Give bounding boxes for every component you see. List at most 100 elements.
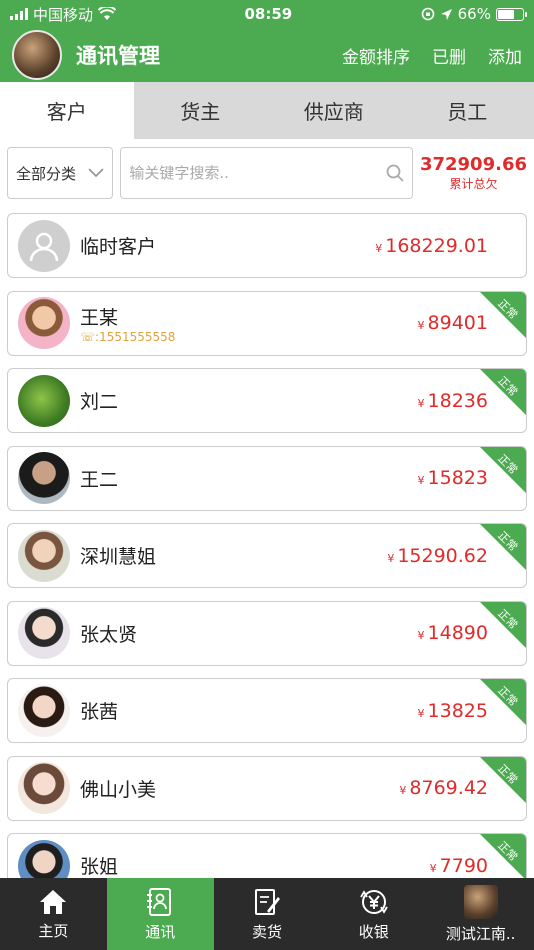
contacts-icon [147,887,172,916]
tab-customers[interactable]: 客户 [0,82,134,139]
user-avatar[interactable] [12,30,62,80]
currency-symbol: ¥ [375,241,383,255]
status-bar: 中国移动 08:59 66% [0,0,534,28]
nav-home[interactable]: 主页 [0,878,107,950]
contact-name: 佛山小美 [80,778,157,801]
person-placeholder-icon [29,232,59,261]
profile-avatar [463,884,498,919]
currency-symbol: ¥ [429,861,437,875]
contact-avatar [18,219,70,272]
category-filter-select[interactable]: 全部分类 [7,147,114,199]
contact-amount: ¥14890 [418,622,488,644]
contact-name: 临时客户 [80,236,157,258]
status-ribbon: 正常 [480,679,526,725]
currency-symbol: ¥ [417,396,425,410]
nav-contacts[interactable]: 通讯 [106,878,214,950]
contact-amount-value: 18236 [427,389,488,412]
contact-phone-number: 1551555558 [99,329,176,344]
contact-card[interactable]: 张太贤 ¥14890 正常 [7,600,527,666]
nav-home-label: 主页 [38,921,69,940]
contact-card[interactable]: 刘二 ¥18236 正常 [7,368,527,433]
tab-suppliers[interactable]: 供应商 [267,82,401,139]
contact-card[interactable]: 王某 ☏:1551555558 ¥89401 正常 [7,290,527,356]
contact-amount: ¥89401 [418,312,488,334]
contact-card[interactable]: 临时客户 ¥168229.01 [7,213,527,278]
currency-symbol: ¥ [387,551,395,565]
contact-amount: ¥15823 [418,467,488,489]
contact-info: 深圳慧姐 [80,542,387,569]
home-icon [40,889,67,914]
sort-by-amount-button[interactable]: 金额排序 [342,43,410,68]
status-ribbon-label: 正常 [495,373,521,399]
status-ribbon: 正常 [480,834,526,880]
status-ribbon-label: 正常 [495,838,521,864]
tab-staff[interactable]: 员工 [401,82,534,139]
status-ribbon: 正常 [480,524,526,570]
contact-avatar [18,684,70,737]
top-bar: 中国移动 08:59 66% 通讯管理 金额排序 已删 添加 [0,0,534,82]
contact-info: 王某 ☏:1551555558 [80,303,418,344]
contact-info: 张茜 [80,697,418,724]
bottom-nav: 主页 通讯 卖货 收银 测试江南.. [0,878,534,950]
search-input[interactable] [129,164,370,182]
contact-amount-value: 15823 [427,467,488,489]
contact-info: 王二 [80,465,418,492]
nav-cashier[interactable]: 收银 [320,878,427,950]
nav-sell-label: 卖货 [251,922,282,941]
nav-sell[interactable]: 卖货 [214,878,321,950]
contact-amount-value: 8769.42 [409,777,488,799]
carrier-label: 中国移动 [33,5,94,24]
contact-avatar [18,762,70,814]
contact-amount-value: 89401 [427,312,488,334]
contact-amount: ¥168229.01 [375,235,488,257]
deleted-button[interactable]: 已删 [432,43,466,68]
status-ribbon-label: 正常 [495,683,521,709]
currency-symbol: ¥ [417,474,425,487]
phone-icon: ☏ [80,329,96,344]
category-filter-value: 全部分类 [16,164,77,183]
contact-avatar [18,374,70,427]
wifi-icon [98,7,117,20]
contact-card[interactable]: 张姐 ¥7790 正常 [7,833,527,880]
status-ribbon-label: 正常 [495,606,521,632]
clock: 08:59 [244,5,293,23]
contact-card[interactable]: 张茜 ¥13825 正常 [7,678,527,743]
contact-card[interactable]: 王二 ¥15823 正常 [7,445,527,511]
nav-profile-label: 测试江南.. [445,924,516,943]
page-title: 通讯管理 [76,44,160,68]
signal-icon [10,8,28,20]
contact-info: 佛山小美 [80,775,399,802]
status-ribbon-label: 正常 [495,296,521,322]
contact-avatar [18,839,70,880]
nav-profile[interactable]: 测试江南.. [427,878,534,950]
chevron-down-icon [88,168,104,178]
currency-symbol: ¥ [417,319,425,332]
contact-amount-value: 13825 [427,699,488,722]
status-ribbon: 正常 [480,369,526,415]
contact-card[interactable]: 佛山小美 ¥8769.42 正常 [7,755,527,821]
location-icon [440,8,452,20]
add-button[interactable]: 添加 [488,43,522,68]
contact-name: 刘二 [80,391,119,413]
contact-amount-value: 15290.62 [397,544,488,567]
contact-name: 张姐 [80,856,119,878]
contact-phone: ☏:1551555558 [80,329,176,344]
currency-symbol: ¥ [417,629,425,642]
contact-name: 深圳慧姐 [80,546,157,568]
contact-amount: ¥15290.62 [387,545,488,567]
nav-contacts-label: 通讯 [145,922,176,941]
status-ribbon-label: 正常 [495,451,521,477]
contact-list: 临时客户 ¥168229.01 王某 ☏:1551555558 ¥89401 正常 … [0,207,534,880]
contact-amount: ¥8769.42 [399,777,488,799]
contact-name: 张太贤 [80,623,138,646]
contact-avatar [18,529,70,582]
tab-shippers[interactable]: 货主 [134,82,268,139]
contact-name: 张茜 [80,701,119,723]
status-ribbon-label: 正常 [495,761,521,787]
contact-amount-value: 168229.01 [385,234,488,257]
contact-amount-value: 14890 [427,622,488,644]
search-icon[interactable] [386,164,404,182]
contact-card[interactable]: 深圳慧姐 ¥15290.62 正常 [7,523,527,588]
contact-amount: ¥13825 [418,700,488,722]
cashier-icon [360,889,388,914]
